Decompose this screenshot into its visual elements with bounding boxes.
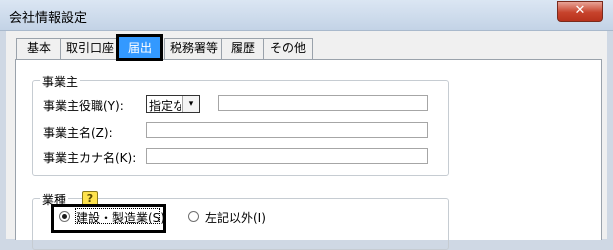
employer-title-select[interactable]: 指定なし ▾ — [146, 95, 200, 113]
radio-highlight-frame — [51, 204, 166, 233]
title-bar: 会社情報設定 ✕ — [0, 0, 613, 31]
tab-label: 基本 — [26, 41, 51, 55]
chevron-down-icon[interactable]: ▾ — [182, 96, 199, 112]
tab-other[interactable]: その他 — [263, 38, 313, 59]
tab-label: 履歴 — [230, 41, 255, 55]
employer-title-field[interactable] — [218, 95, 428, 111]
employer-group-title: 事業主 — [40, 73, 81, 90]
tab-label: 取引口座 — [65, 41, 114, 55]
tab-basic[interactable]: 基本 — [16, 38, 62, 59]
tab-highlight-frame — [116, 34, 163, 61]
employer-name-label: 事業主名(Z): — [43, 126, 113, 140]
tab-label: その他 — [269, 41, 306, 55]
employer-kana-label: 事業主カナ名(K): — [43, 151, 137, 165]
close-button[interactable]: ✕ — [557, 1, 603, 22]
window-title: 会社情報設定 — [9, 11, 88, 26]
radio-label-other-industry[interactable]: 左記以外(I) — [205, 209, 266, 226]
employer-name-field[interactable] — [146, 122, 428, 138]
tab-tax-office[interactable]: 税務署等 — [164, 38, 224, 59]
close-icon: ✕ — [574, 3, 586, 18]
tab-bank-account[interactable]: 取引口座 — [60, 38, 120, 59]
tab-label: 税務署等 — [169, 41, 218, 55]
employer-title-label: 事業主役職(Y): — [43, 99, 124, 113]
radio-other-industry[interactable] — [188, 211, 199, 222]
tab-history[interactable]: 履歴 — [221, 38, 265, 59]
employer-kana-field[interactable] — [146, 148, 428, 164]
select-value: 指定なし — [149, 99, 181, 113]
